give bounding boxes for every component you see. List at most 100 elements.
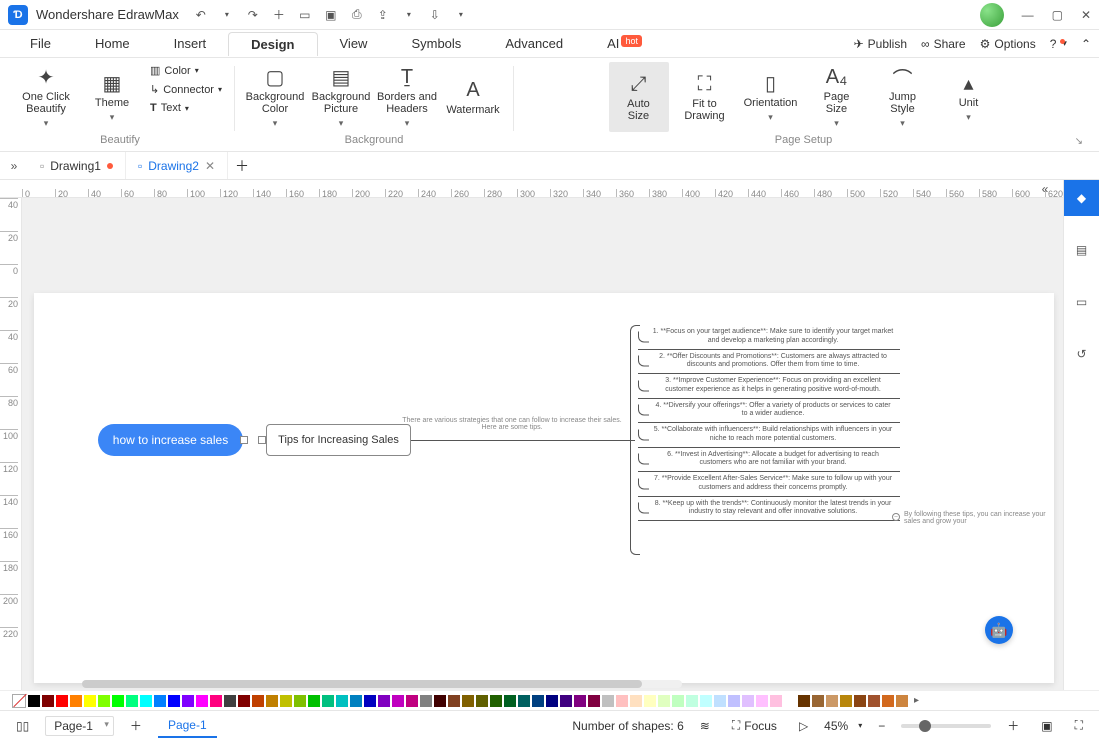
color-swatch[interactable] [812, 695, 824, 707]
more-colors-icon[interactable]: ▸ [914, 695, 919, 706]
color-swatch[interactable] [28, 695, 40, 707]
export-icon[interactable]: ⇪ [375, 7, 391, 23]
menu-ai[interactable]: AIhot [585, 32, 664, 55]
color-swatch[interactable] [784, 695, 796, 707]
tab-drawing2[interactable]: ▫ Drawing2 ✕ [126, 152, 228, 179]
color-swatch[interactable] [854, 695, 866, 707]
color-swatch[interactable] [504, 695, 516, 707]
branch-item[interactable]: 5. **Collaborate with influencers**: Bui… [638, 423, 900, 448]
user-avatar[interactable] [980, 3, 1004, 27]
maximize-icon[interactable]: ▢ [1052, 8, 1063, 22]
page-dropdown[interactable]: Page-1 [45, 716, 114, 736]
sidebar-collapse-icon[interactable]: « [1033, 180, 1057, 198]
pages-panel-icon[interactable]: ▯▯ [10, 717, 35, 735]
color-swatch[interactable] [476, 695, 488, 707]
close-icon[interactable]: ✕ [1081, 8, 1091, 22]
unit-button[interactable]: ▴Unit [939, 62, 999, 132]
color-swatch[interactable] [658, 695, 670, 707]
color-swatch[interactable] [350, 695, 362, 707]
branch-item[interactable]: 7. **Provide Excellent After-Sales Servi… [638, 472, 900, 497]
color-swatch[interactable] [588, 695, 600, 707]
assistant-button[interactable]: 🤖 [985, 616, 1013, 644]
branch-item[interactable]: 4. **Diversify your offerings**: Offer a… [638, 399, 900, 424]
color-swatch[interactable] [294, 695, 306, 707]
menu-symbols[interactable]: Symbols [389, 32, 483, 55]
color-swatch[interactable] [630, 695, 642, 707]
color-swatch[interactable] [672, 695, 684, 707]
color-swatch[interactable] [728, 695, 740, 707]
mindmap-root-node[interactable]: how to increase sales [98, 424, 243, 456]
zoom-slider[interactable] [901, 724, 991, 728]
color-swatch[interactable] [56, 695, 68, 707]
color-swatch[interactable] [574, 695, 586, 707]
orientation-button[interactable]: ▯Orientation [741, 62, 801, 132]
color-swatch[interactable] [126, 695, 138, 707]
auto-size-button[interactable]: ⤢Auto Size [609, 62, 669, 132]
save-icon[interactable]: ▣ [323, 7, 339, 23]
color-swatch[interactable] [532, 695, 544, 707]
publish-button[interactable]: ✈Publish [854, 37, 907, 51]
color-swatch[interactable] [518, 695, 530, 707]
page-setup-expand-icon[interactable]: ↘ [1075, 136, 1083, 147]
menu-home[interactable]: Home [73, 32, 152, 55]
color-swatch[interactable] [154, 695, 166, 707]
watermark-button[interactable]: AWatermark [443, 62, 503, 132]
page-size-button[interactable]: A₄Page Size [807, 62, 867, 132]
color-swatch[interactable] [252, 695, 264, 707]
color-swatch[interactable] [826, 695, 838, 707]
color-swatch[interactable] [546, 695, 558, 707]
zoom-out-icon[interactable]: − [872, 717, 891, 735]
redo-icon[interactable]: ↷ [245, 7, 261, 23]
background-color-button[interactable]: ▢Background Color [245, 62, 305, 132]
color-button[interactable]: ▥Color▾ [148, 62, 224, 79]
play-icon[interactable]: ▷ [793, 717, 814, 735]
export-dropdown-icon[interactable]: ▾ [401, 7, 417, 23]
color-swatch[interactable] [84, 695, 96, 707]
menu-design[interactable]: Design [228, 32, 317, 56]
zoom-in-icon[interactable]: ＋ [1001, 715, 1025, 736]
format-panel-icon[interactable]: ◆ [1064, 180, 1099, 216]
color-swatch[interactable] [462, 695, 474, 707]
color-swatch[interactable] [392, 695, 404, 707]
close-tab-icon[interactable]: ✕ [205, 159, 215, 173]
color-swatch[interactable] [224, 695, 236, 707]
expand-node-icon[interactable]: – [892, 513, 900, 521]
color-swatch[interactable] [882, 695, 894, 707]
color-swatch[interactable] [700, 695, 712, 707]
menu-insert[interactable]: Insert [152, 32, 229, 55]
color-swatch[interactable] [798, 695, 810, 707]
color-swatch[interactable] [560, 695, 572, 707]
text-style-button[interactable]: TText▾ [148, 100, 224, 116]
color-swatch[interactable] [210, 695, 222, 707]
color-swatch[interactable] [112, 695, 124, 707]
color-swatch[interactable] [602, 695, 614, 707]
no-fill-swatch[interactable] [12, 694, 26, 708]
color-swatch[interactable] [98, 695, 110, 707]
color-swatch[interactable] [840, 695, 852, 707]
connector-button[interactable]: ↳Connector▾ [148, 81, 224, 98]
color-swatch[interactable] [196, 695, 208, 707]
minimize-icon[interactable]: ― [1022, 8, 1034, 22]
fit-to-drawing-button[interactable]: ⛶Fit to Drawing [675, 62, 735, 132]
outline-panel-icon[interactable]: ▤ [1064, 232, 1099, 268]
color-swatch[interactable] [238, 695, 250, 707]
jump-style-button[interactable]: ⌒Jump Style [873, 62, 933, 132]
menu-advanced[interactable]: Advanced [483, 32, 585, 55]
presentation-panel-icon[interactable]: ▭ [1064, 284, 1099, 320]
color-swatch[interactable] [406, 695, 418, 707]
page-canvas[interactable]: how to increase sales Tips for Increasin… [34, 293, 1054, 683]
add-page-button[interactable]: ＋ [124, 715, 148, 736]
menu-file[interactable]: File [8, 32, 73, 55]
undo-dropdown-icon[interactable]: ▾ [219, 7, 235, 23]
options-button[interactable]: ⚙Options [980, 37, 1036, 51]
node-connector[interactable] [243, 439, 263, 441]
color-swatch[interactable] [280, 695, 292, 707]
color-swatch[interactable] [434, 695, 446, 707]
color-swatch[interactable] [182, 695, 194, 707]
tabs-scroll-icon[interactable]: » [0, 159, 28, 173]
fit-page-icon[interactable]: ▣ [1035, 717, 1058, 735]
color-swatch[interactable] [448, 695, 460, 707]
mindmap-sub-node[interactable]: Tips for Increasing Sales [266, 424, 411, 456]
color-swatch[interactable] [378, 695, 390, 707]
color-swatch[interactable] [168, 695, 180, 707]
